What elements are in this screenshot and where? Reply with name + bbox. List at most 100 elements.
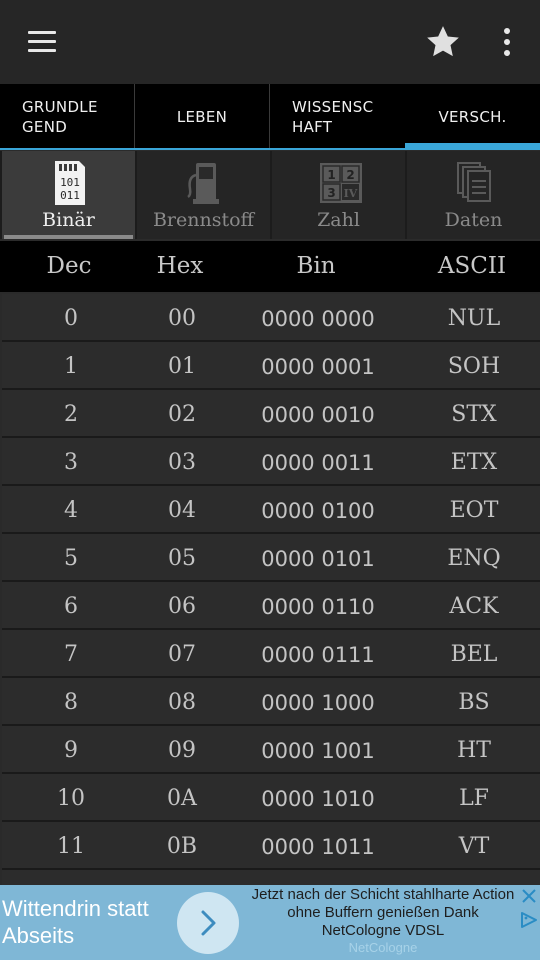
cell-hex: 07 <box>168 642 196 667</box>
ad-choices-icon[interactable] <box>519 910 539 930</box>
cell-ascii: ENQ <box>447 546 501 571</box>
table-header: Dec Hex Bin ASCII <box>0 241 540 292</box>
cell-dec: 0 <box>64 306 78 331</box>
table-row[interactable] <box>2 870 540 885</box>
cell-bin: 0000 1010 <box>261 787 375 811</box>
cell-ascii: SOH <box>447 354 501 379</box>
tab-wissenschaft[interactable]: WISSENSC HAFT <box>270 84 405 150</box>
table-row[interactable]: 1 01 0000 0001 SOH <box>2 342 540 390</box>
cell-ascii: VT <box>458 834 490 859</box>
cell-ascii: EOT <box>449 498 499 523</box>
binary-icon-line-2: 011 <box>60 189 80 202</box>
tab-verschiedenes[interactable]: VERSCH. <box>405 84 540 150</box>
cell-hex: 03 <box>168 450 196 475</box>
table-row[interactable]: 7 07 0000 0111 BEL <box>2 630 540 678</box>
tab-label: GRUNDLE GEND <box>22 98 98 136</box>
cell-bin: 0000 1011 <box>261 835 375 859</box>
cell-ascii: ACK <box>449 594 499 619</box>
cell-dec: 9 <box>64 738 78 763</box>
number-grid-icon: 1 2 3 IV <box>319 159 362 207</box>
cell-hex: 05 <box>168 546 196 571</box>
cell-dec: 5 <box>64 546 78 571</box>
cell-ascii: BS <box>458 690 490 715</box>
app-bar <box>0 0 540 84</box>
ad-banner[interactable]: Wittendrin statt Abseits Jetzt nach der … <box>0 885 540 960</box>
cell-hex: 02 <box>168 402 196 427</box>
table-row[interactable]: 11 0B 0000 1011 VT <box>2 822 540 870</box>
active-tab-indicator <box>405 143 540 150</box>
cell-dec: 11 <box>57 834 85 859</box>
table-row[interactable]: 6 06 0000 0110 ACK <box>2 582 540 630</box>
cell-bin: 0000 0011 <box>261 451 375 475</box>
column-header-ascii: ASCII <box>437 253 507 279</box>
close-icon[interactable] <box>520 887 538 905</box>
binary-file-icon: 101 011 <box>49 159 89 207</box>
subtab-brennstoff[interactable]: Brennstoff <box>137 151 270 239</box>
ad-headline[interactable]: Wittendrin statt Abseits <box>2 895 174 949</box>
cell-bin: 0000 0100 <box>261 499 375 523</box>
ad-arrow-button[interactable] <box>177 892 239 954</box>
cell-ascii: NUL <box>447 306 501 331</box>
column-header-hex: Hex <box>156 253 204 279</box>
table-row[interactable]: 0 00 0000 0000 NUL <box>2 294 540 342</box>
column-header-dec: Dec <box>46 253 92 279</box>
cell-dec: 1 <box>64 354 78 379</box>
tab-grundlegend[interactable]: GRUNDLE GEND <box>0 84 135 150</box>
cell-dec: 4 <box>64 498 78 523</box>
ad-brand[interactable]: NetCologne <box>246 940 520 955</box>
cell-ascii: ETX <box>450 450 498 475</box>
table-row[interactable]: 5 05 0000 0101 ENQ <box>2 534 540 582</box>
cell-ascii: BEL <box>450 642 498 667</box>
subtab-zahl[interactable]: 1 2 3 IV Zahl <box>272 151 405 239</box>
number-icon-digit: IV <box>343 187 357 200</box>
cell-bin: 0000 1000 <box>261 691 375 715</box>
table-row[interactable]: 8 08 0000 1000 BS <box>2 678 540 726</box>
binary-icon-line-1: 101 <box>60 176 80 189</box>
cell-bin: 0000 0000 <box>261 307 375 331</box>
subtab-daten[interactable]: Daten <box>407 151 540 239</box>
cell-hex: 0A <box>167 786 197 811</box>
table-row[interactable]: 2 02 0000 0010 STX <box>2 390 540 438</box>
cell-dec: 2 <box>64 402 78 427</box>
subtab-label: Binär <box>42 209 95 231</box>
cell-hex: 08 <box>168 690 196 715</box>
hamburger-menu-icon[interactable] <box>28 31 56 53</box>
cell-dec: 10 <box>57 786 85 811</box>
table-row[interactable]: 9 09 0000 1001 HT <box>2 726 540 774</box>
tab-label: LEBEN <box>176 108 228 126</box>
number-icon-digit: 1 <box>327 168 335 182</box>
cell-dec: 7 <box>64 642 78 667</box>
number-icon-digit: 2 <box>346 168 354 182</box>
table-row[interactable]: 10 0A 0000 1010 LF <box>2 774 540 822</box>
cell-hex: 09 <box>168 738 196 763</box>
ad-body[interactable]: Jetzt nach der Schicht stahlharte Action… <box>246 886 520 940</box>
cell-bin: 0000 1001 <box>261 739 375 763</box>
table-row[interactable]: 3 03 0000 0011 ETX <box>2 438 540 486</box>
tab-label: WISSENSC HAFT <box>292 98 374 136</box>
tab-leben[interactable]: LEBEN <box>135 84 270 150</box>
chevron-right-icon <box>201 910 216 936</box>
cell-ascii: LF <box>459 786 489 811</box>
category-tabs: GRUNDLE GEND LEBEN WISSENSC HAFT VERSCH. <box>0 84 540 150</box>
subtab-binaer[interactable]: 101 011 Binär <box>2 151 135 239</box>
converter-subtabs: 101 011 Binär Brennstoff 1 2 3 IV Zahl D… <box>0 151 540 239</box>
cell-bin: 0000 0010 <box>261 403 375 427</box>
ascii-table[interactable]: 0 00 0000 0000 NUL 1 01 0000 0001 SOH 2 … <box>0 292 540 885</box>
cell-hex: 06 <box>168 594 196 619</box>
cell-hex: 01 <box>168 354 196 379</box>
cell-dec: 8 <box>64 690 78 715</box>
cell-hex: 0B <box>166 834 198 859</box>
table-row[interactable]: 4 04 0000 0100 EOT <box>2 486 540 534</box>
active-subtab-indicator <box>4 235 133 239</box>
more-options-icon[interactable] <box>500 28 514 56</box>
cell-dec: 3 <box>64 450 78 475</box>
tab-label: VERSCH. <box>438 108 507 126</box>
number-icon-digit: 3 <box>327 186 335 200</box>
fuel-pump-icon <box>184 159 224 207</box>
cell-bin: 0000 0110 <box>261 595 375 619</box>
cell-bin: 0000 0001 <box>261 355 375 379</box>
documents-icon <box>454 159 494 207</box>
cell-ascii: STX <box>451 402 497 427</box>
cell-bin: 0000 0111 <box>261 643 375 667</box>
star-icon[interactable] <box>423 22 463 62</box>
